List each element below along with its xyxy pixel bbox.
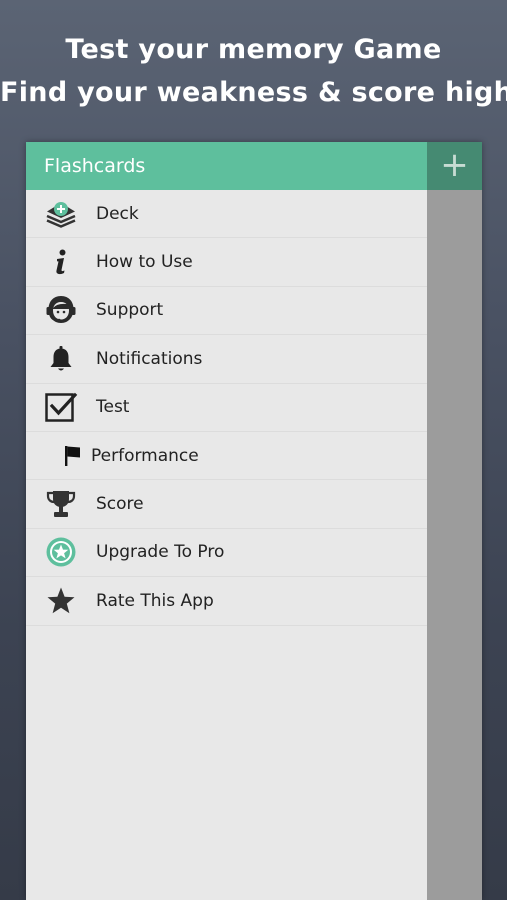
- menu-item-notifications[interactable]: Notifications: [26, 335, 427, 384]
- bell-icon: [26, 335, 96, 382]
- plus-icon: +: [440, 144, 469, 185]
- phone-screen: Flashcards Deck How to Use Support Notif…: [26, 142, 482, 900]
- menu-item-support[interactable]: Support: [26, 287, 427, 336]
- trophy-icon: [26, 480, 96, 527]
- menu-label-upgrade-to-pro: Upgrade To Pro: [96, 542, 225, 563]
- menu-label-rate-this-app: Rate This App: [96, 590, 214, 611]
- menu-label-notifications: Notifications: [96, 348, 203, 369]
- promo-line-1: Test your memory Game: [65, 34, 442, 65]
- menu-item-how-to-use[interactable]: How to Use: [26, 238, 427, 287]
- checkbox-icon: [26, 384, 96, 431]
- drawer-header: Flashcards: [26, 142, 427, 190]
- menu-item-score[interactable]: Score: [26, 480, 427, 529]
- star-icon: [26, 577, 96, 624]
- menu-item-upgrade-to-pro[interactable]: Upgrade To Pro: [26, 529, 427, 578]
- menu-item-test[interactable]: Test: [26, 384, 427, 432]
- menu-label-support: Support: [96, 300, 164, 321]
- promo-line-2: Find your weakness & score high: [0, 77, 507, 108]
- drawer-title: Flashcards: [44, 155, 146, 177]
- deck-add-icon: [26, 190, 96, 237]
- pro-star-badge-icon: [26, 529, 96, 576]
- menu-item-deck[interactable]: Deck: [26, 190, 427, 239]
- menu-item-rate-this-app[interactable]: Rate This App: [26, 577, 427, 626]
- dimmed-content-overlay[interactable]: +: [427, 142, 482, 900]
- menu-label-performance: Performance: [91, 445, 199, 466]
- menu-label-test: Test: [96, 397, 130, 418]
- navigation-drawer: Flashcards Deck How to Use Support Notif…: [26, 142, 427, 900]
- menu-item-performance[interactable]: Performance: [26, 432, 427, 481]
- info-icon: [26, 238, 96, 285]
- menu-label-how-to-use: How to Use: [96, 252, 193, 273]
- add-button[interactable]: +: [427, 142, 482, 190]
- flag-icon: [26, 432, 91, 479]
- menu-label-deck: Deck: [96, 203, 139, 224]
- promo-headline: Test your memory Game Find your weakness…: [0, 28, 507, 114]
- support-agent-icon: [26, 287, 96, 334]
- menu-label-score: Score: [96, 494, 144, 515]
